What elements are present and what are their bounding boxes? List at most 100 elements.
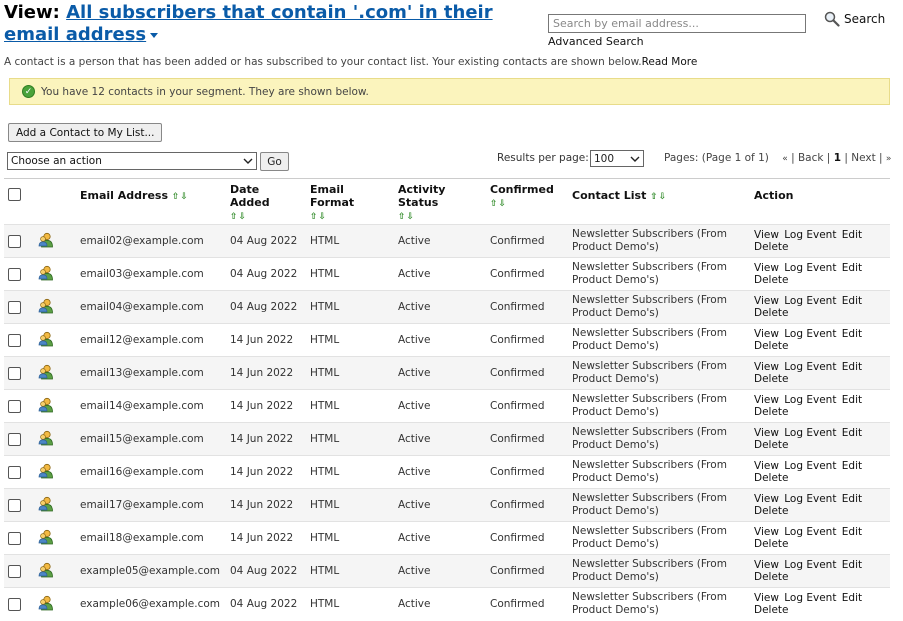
back-link[interactable]: Back	[798, 152, 824, 164]
status-cell: Active	[394, 290, 486, 324]
action-column-header: Action	[750, 178, 890, 225]
sort-arrows-icon[interactable]: ⇧⇩	[650, 192, 667, 202]
action-header-label: Action	[754, 189, 794, 202]
log-event-link[interactable]: Log Event	[784, 526, 836, 538]
log-event-link[interactable]: Log Event	[784, 460, 836, 472]
last-page-link[interactable]: »	[886, 154, 892, 164]
date-cell: 14 Jun 2022	[226, 356, 306, 390]
edit-link[interactable]: Edit	[842, 427, 862, 439]
delete-link[interactable]: Delete	[754, 439, 789, 451]
select-all-checkbox[interactable]	[8, 187, 21, 201]
user-icon	[38, 298, 53, 313]
row-checkbox[interactable]	[8, 531, 21, 545]
segment-dropdown-link[interactable]: All subscribers that contain '.com' in t…	[4, 2, 493, 45]
edit-link[interactable]: Edit	[842, 460, 862, 472]
chevron-down-icon[interactable]	[150, 32, 159, 38]
delete-link[interactable]: Delete	[754, 340, 789, 352]
row-checkbox[interactable]	[8, 399, 21, 413]
delete-link[interactable]: Delete	[754, 472, 789, 484]
email-cell: email12@example.com	[76, 323, 226, 357]
row-checkbox[interactable]	[8, 432, 21, 446]
view-link[interactable]: View	[754, 328, 779, 340]
select-all-cell	[4, 178, 34, 225]
results-per-page-select[interactable]: 100	[590, 150, 644, 167]
sort-arrows-icon[interactable]: ⇧⇩	[490, 199, 507, 209]
view-link[interactable]: View	[754, 460, 779, 472]
log-event-link[interactable]: Log Event	[784, 361, 836, 373]
log-event-link[interactable]: Log Event	[784, 394, 836, 406]
sort-arrows-icon[interactable]: ⇧⇩	[172, 192, 189, 202]
log-event-link[interactable]: Log Event	[784, 262, 836, 274]
user-icon	[38, 232, 53, 247]
view-link[interactable]: View	[754, 493, 779, 505]
view-link[interactable]: View	[754, 394, 779, 406]
delete-link[interactable]: Delete	[754, 538, 789, 550]
read-more-link[interactable]: Read More	[642, 56, 698, 68]
action-cell: View Log Event Edit Delete	[750, 521, 890, 555]
edit-link[interactable]: Edit	[842, 592, 862, 604]
add-contact-button[interactable]: Add a Contact to My List...	[8, 123, 163, 142]
row-checkbox[interactable]	[8, 564, 21, 578]
delete-link[interactable]: Delete	[754, 241, 789, 253]
row-icon-cell	[34, 389, 76, 423]
log-event-link[interactable]: Log Event	[784, 427, 836, 439]
delete-link[interactable]: Delete	[754, 604, 789, 616]
row-checkbox[interactable]	[8, 234, 21, 248]
log-event-link[interactable]: Log Event	[784, 295, 836, 307]
advanced-search-link[interactable]: Advanced Search	[548, 35, 806, 48]
log-event-link[interactable]: Log Event	[784, 493, 836, 505]
sort-arrows-icon[interactable]: ⇧⇩	[310, 212, 327, 222]
edit-link[interactable]: Edit	[842, 229, 862, 241]
row-checkbox[interactable]	[8, 300, 21, 314]
next-link[interactable]: Next	[851, 152, 875, 164]
activity-column-header[interactable]: Activity Status ⇧⇩	[394, 178, 486, 225]
view-link[interactable]: View	[754, 427, 779, 439]
edit-link[interactable]: Edit	[842, 493, 862, 505]
sort-arrows-icon[interactable]: ⇧⇩	[398, 212, 415, 222]
view-link[interactable]: View	[754, 295, 779, 307]
go-button[interactable]: Go	[260, 152, 289, 171]
search-button[interactable]: Search	[824, 11, 885, 27]
search-input[interactable]	[548, 14, 806, 33]
log-event-link[interactable]: Log Event	[784, 328, 836, 340]
edit-link[interactable]: Edit	[842, 328, 862, 340]
delete-link[interactable]: Delete	[754, 406, 789, 418]
edit-link[interactable]: Edit	[842, 559, 862, 571]
row-checkbox[interactable]	[8, 366, 21, 380]
view-link[interactable]: View	[754, 262, 779, 274]
email-column-header[interactable]: Email Address ⇧⇩	[76, 178, 226, 225]
date-column-header[interactable]: Date Added ⇧⇩	[226, 178, 306, 225]
confirmed-column-header[interactable]: Confirmed ⇧⇩	[486, 178, 568, 225]
delete-link[interactable]: Delete	[754, 274, 789, 286]
view-link[interactable]: View	[754, 361, 779, 373]
edit-link[interactable]: Edit	[842, 526, 862, 538]
log-event-link[interactable]: Log Event	[784, 229, 836, 241]
first-page-link[interactable]: «	[782, 154, 788, 164]
row-checkbox[interactable]	[8, 333, 21, 347]
view-link[interactable]: View	[754, 559, 779, 571]
edit-link[interactable]: Edit	[842, 262, 862, 274]
row-checkbox[interactable]	[8, 465, 21, 479]
list-column-header[interactable]: Contact List ⇧⇩	[568, 178, 750, 225]
action-select[interactable]: Choose an action	[7, 152, 257, 170]
row-icon-cell	[34, 290, 76, 324]
delete-link[interactable]: Delete	[754, 373, 789, 385]
edit-link[interactable]: Edit	[842, 394, 862, 406]
delete-link[interactable]: Delete	[754, 505, 789, 517]
row-checkbox[interactable]	[8, 267, 21, 281]
format-column-header[interactable]: Email Format ⇧⇩	[306, 178, 394, 225]
delete-link[interactable]: Delete	[754, 571, 789, 583]
view-link[interactable]: View	[754, 229, 779, 241]
log-event-link[interactable]: Log Event	[784, 592, 836, 604]
edit-link[interactable]: Edit	[842, 361, 862, 373]
edit-link[interactable]: Edit	[842, 295, 862, 307]
log-event-link[interactable]: Log Event	[784, 559, 836, 571]
delete-link[interactable]: Delete	[754, 307, 789, 319]
row-checkbox[interactable]	[8, 597, 21, 611]
view-link[interactable]: View	[754, 526, 779, 538]
current-page: 1	[833, 152, 841, 164]
sort-arrows-icon[interactable]: ⇧⇩	[230, 212, 247, 222]
table-row: example05@example.com 04 Aug 2022 HTML Acti…	[4, 554, 890, 588]
view-link[interactable]: View	[754, 592, 779, 604]
row-checkbox[interactable]	[8, 498, 21, 512]
